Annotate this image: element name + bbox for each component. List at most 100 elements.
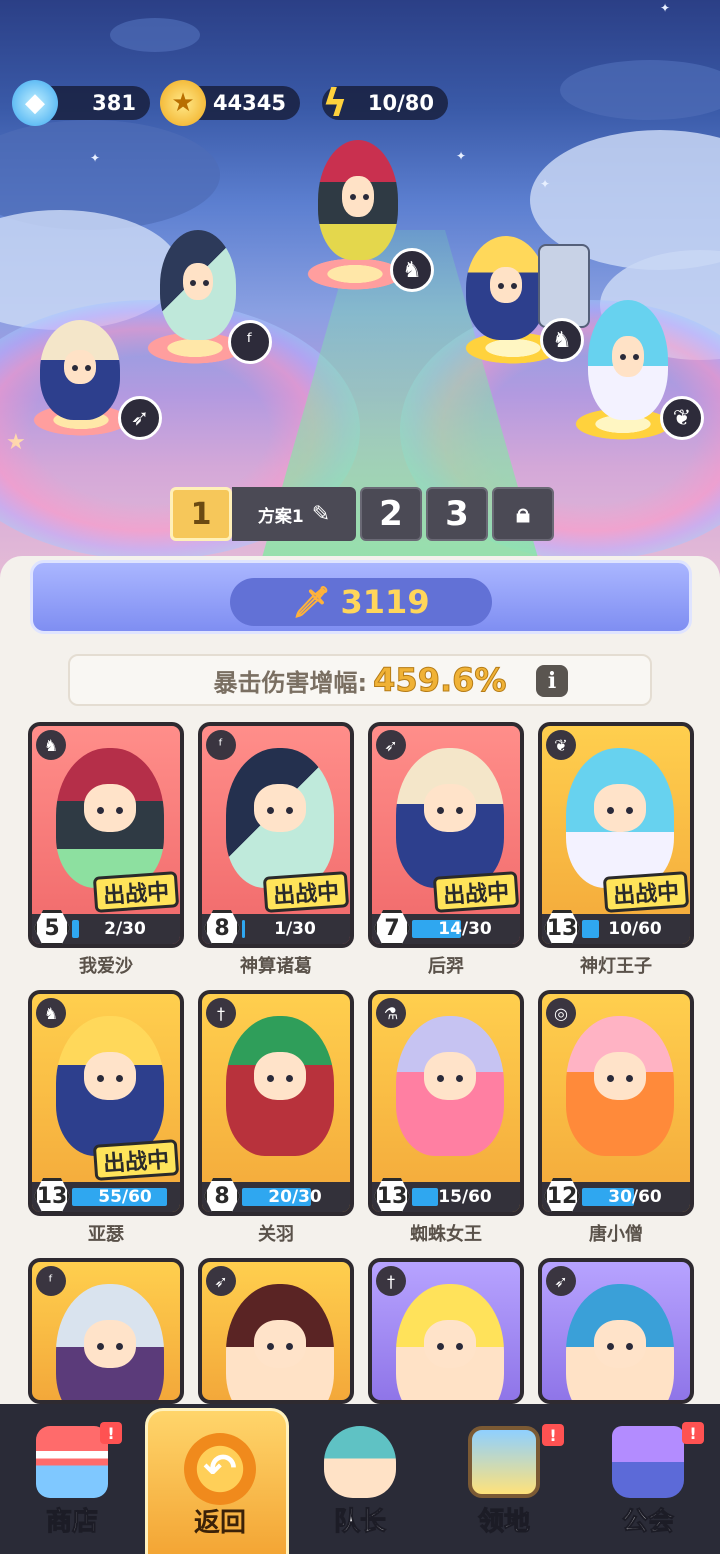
shard-progress-text: 1/30 — [274, 919, 316, 939]
hero-card[interactable]: ♞ 出战中 55/60 13 — [28, 990, 184, 1216]
in-battle-tag: 出战中 — [92, 1139, 180, 1181]
sword-icon: 🗡︎ — [292, 584, 331, 620]
shard-progress-text: 15/60 — [438, 1187, 492, 1207]
return-icon: ↶ — [184, 1433, 256, 1505]
hero-name: 神算诸葛 — [240, 956, 312, 977]
nav-territory[interactable]: ! 领地 — [432, 1404, 576, 1554]
nav-shop[interactable]: ! 商店 — [0, 1404, 144, 1554]
nav-guild-label: 公会 — [621, 1507, 674, 1538]
hero-portrait — [396, 1284, 504, 1400]
hero-name: 蜘蛛女王 — [410, 1224, 482, 1245]
shard-progress-text: 20/30 — [268, 1187, 322, 1207]
nav-return[interactable]: ↶ 返回 — [145, 1408, 289, 1554]
notification-badge: ! — [542, 1424, 564, 1446]
hero-card[interactable]: ⚗ 15/60 13 — [368, 990, 524, 1216]
scheme-tabs: 1 方案1 ✎ 2 3 🔒︎ — [170, 487, 554, 541]
crit-value: 459.6% — [373, 661, 507, 700]
hero-card[interactable]: ♞ 出战中 2/30 5 — [28, 722, 184, 948]
edit-icon: ✎ — [311, 501, 331, 527]
formation-hero[interactable] — [318, 140, 398, 260]
hero-portrait — [396, 748, 504, 888]
beast-icon: ♞ — [390, 248, 434, 292]
bow-icon: ➶ — [118, 396, 162, 440]
potion-icon: ⚗ — [376, 998, 406, 1028]
diamond-icon[interactable]: ◆ — [12, 80, 58, 126]
bow-icon: ➶ — [376, 730, 406, 760]
formation-hero[interactable] — [588, 300, 668, 420]
hero-name: 神灯王子 — [580, 956, 652, 977]
hero-portrait — [56, 1284, 164, 1400]
staff-icon: ᶠ — [206, 730, 236, 760]
nav-territory-label: 领地 — [477, 1507, 530, 1538]
nav-return-label: 返回 — [193, 1508, 246, 1538]
nav-captain[interactable]: 队长 — [288, 1404, 432, 1554]
power-value: 3119 — [340, 583, 430, 621]
bow-icon: ➶ — [206, 1266, 236, 1296]
shard-progress-text: 30/60 — [608, 1187, 662, 1207]
scheme-tab-3[interactable]: 3 — [426, 487, 488, 541]
nav-guild[interactable]: ! 公会 — [576, 1404, 720, 1554]
hero-name: 后羿 — [428, 956, 464, 977]
gold-coin-icon[interactable]: ★ — [160, 80, 206, 126]
hero-card[interactable]: ᶠ — [28, 1258, 184, 1404]
hero-card[interactable]: ➶ 出战中 14/30 7 — [368, 722, 524, 948]
hero-portrait — [566, 1016, 674, 1156]
hero-card[interactable]: † — [368, 1258, 524, 1404]
shard-progress-text: 10/60 — [608, 919, 662, 939]
hero-portrait — [226, 1016, 334, 1156]
hero-card[interactable]: † 20/30 8 — [198, 990, 354, 1216]
lock-icon: 🔒︎ — [516, 498, 530, 529]
crit-label: 暴击伤害增幅: — [213, 668, 368, 697]
notification-badge: ! — [682, 1422, 704, 1444]
hero-card[interactable]: ◎ 30/60 12 — [538, 990, 694, 1216]
info-icon[interactable]: i — [536, 665, 568, 697]
in-battle-tag: 出战中 — [602, 871, 690, 913]
beast-icon: ♞ — [36, 998, 66, 1028]
nav-captain-label: 队长 — [333, 1507, 386, 1538]
hero-name: 唐小僧 — [589, 1224, 643, 1245]
crit-damage-bonus: 暴击伤害增幅: 459.6% i — [68, 654, 652, 706]
hero-card[interactable]: ᶠ 出战中 1/30 8 — [198, 722, 354, 948]
formation-hero[interactable] — [40, 320, 120, 420]
staff-icon: ᶠ — [228, 320, 272, 364]
in-battle-tag: 出战中 — [262, 871, 350, 913]
hero-portrait — [566, 1284, 674, 1400]
formation-hero[interactable] — [466, 236, 546, 340]
shard-progress-text: 2/30 — [104, 919, 146, 939]
hero-card[interactable]: ➶ — [538, 1258, 694, 1404]
guild-icon — [612, 1426, 684, 1498]
scheme-tab-1[interactable]: 1 — [170, 487, 232, 541]
formation-hero[interactable] — [160, 230, 236, 340]
notification-badge: ! — [100, 1422, 122, 1444]
spiral-icon: ◎ — [546, 998, 576, 1028]
hero-portrait — [566, 748, 674, 888]
hero-portrait — [396, 1016, 504, 1156]
hero-card[interactable]: ➶ — [198, 1258, 354, 1404]
team-power: 🗡︎ 3119 — [230, 578, 492, 626]
scheme-tab-locked[interactable]: 🔒︎ — [492, 487, 554, 541]
diamond-value: 381 — [92, 91, 136, 115]
energy-value: 10/80 — [367, 91, 434, 115]
captain-icon — [324, 1426, 396, 1498]
scheme-name-edit[interactable]: 方案1 ✎ — [232, 487, 356, 541]
beast-icon: ♞ — [540, 318, 584, 362]
scheme-tab-2[interactable]: 2 — [360, 487, 422, 541]
sword-icon: † — [206, 998, 236, 1028]
in-battle-tag: 出战中 — [92, 871, 180, 913]
shop-icon — [36, 1426, 108, 1498]
hero-name: 关羽 — [258, 1224, 294, 1245]
shard-progress-text: 55/60 — [98, 1187, 152, 1207]
bow-icon: ➶ — [546, 1266, 576, 1296]
hero-card[interactable]: ❦ 出战中 10/60 13 — [538, 722, 694, 948]
beast-icon: ♞ — [36, 730, 66, 760]
wings-icon: ❦ — [546, 730, 576, 760]
shard-progress-text: 14/30 — [438, 919, 492, 939]
hero-portrait — [56, 1016, 164, 1156]
staff-icon: ᶠ — [36, 1266, 66, 1296]
lightning-icon[interactable]: ϟ — [312, 80, 358, 126]
wings-icon: ❦ — [660, 396, 704, 440]
hero-name: 亚瑟 — [88, 1224, 124, 1245]
sword-icon: † — [376, 1266, 406, 1296]
hero-portrait — [226, 748, 334, 888]
gold-value: 44345 — [212, 91, 286, 115]
